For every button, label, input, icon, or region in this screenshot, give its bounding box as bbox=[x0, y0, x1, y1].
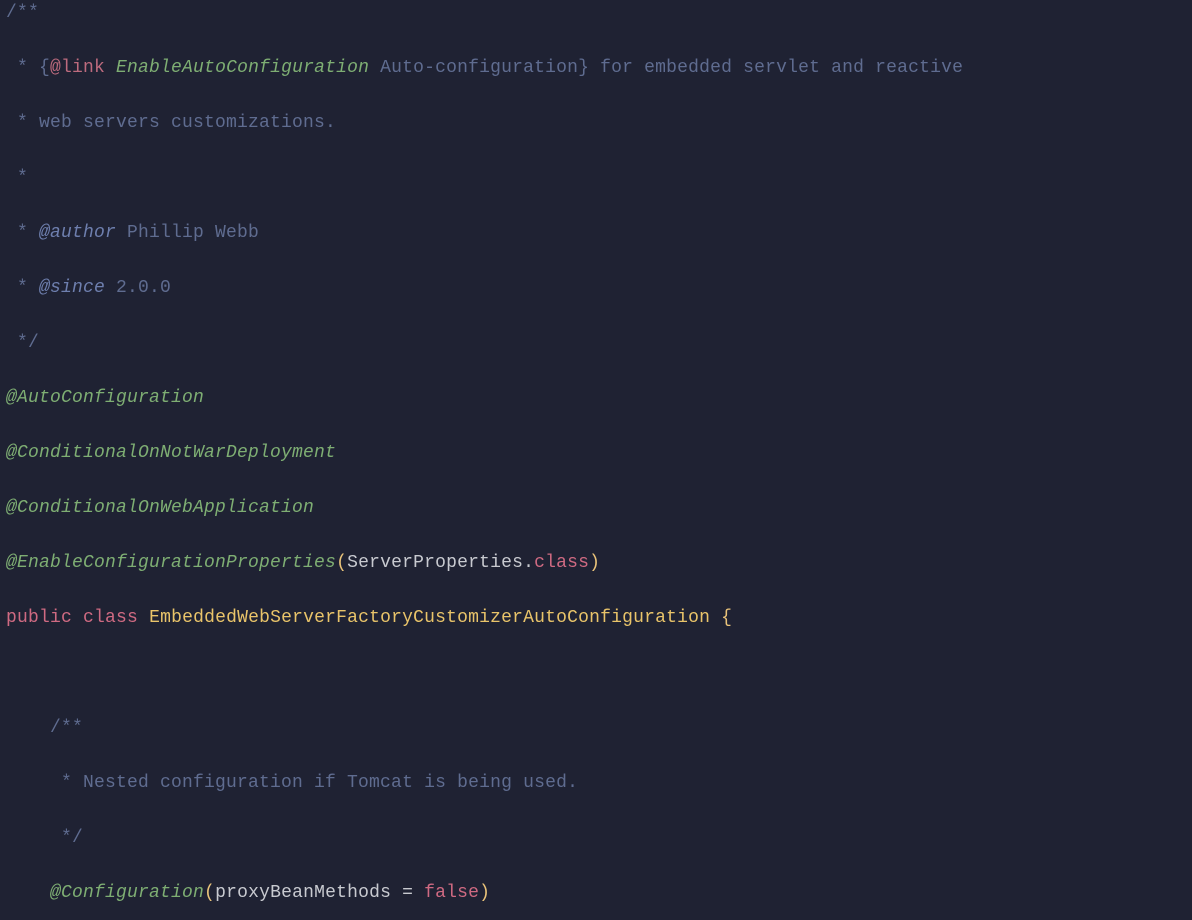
code-line: @ConditionalOnWebApplication bbox=[0, 495, 1192, 523]
comment-open: /** bbox=[6, 3, 39, 23]
code-line: * web servers customizations. bbox=[0, 110, 1192, 138]
code-line: * @author Phillip Webb bbox=[0, 220, 1192, 248]
annotation: @ConditionalOnWebApplication bbox=[6, 498, 314, 518]
code-line: @ConditionalOnNotWarDeployment bbox=[0, 440, 1192, 468]
javadoc-link-target: EnableAutoConfiguration bbox=[116, 58, 369, 78]
code-line: @Configuration(proxyBeanMethods = false) bbox=[0, 880, 1192, 908]
code-line: @EnableConfigurationProperties(ServerPro… bbox=[0, 550, 1192, 578]
javadoc-link-tag: @link bbox=[50, 58, 105, 78]
code-line: public class EmbeddedWebServerFactoryCus… bbox=[0, 605, 1192, 633]
code-line: */ bbox=[0, 825, 1192, 853]
code-line: /** bbox=[0, 0, 1192, 28]
code-line: * @since 2.0.0 bbox=[0, 275, 1192, 303]
code-line: */ bbox=[0, 330, 1192, 358]
keyword-class: class bbox=[83, 608, 138, 628]
annotation: @ConditionalOnNotWarDeployment bbox=[6, 443, 336, 463]
code-line: @AutoConfiguration bbox=[0, 385, 1192, 413]
javadoc-author-tag: @author bbox=[39, 223, 116, 243]
code-line-blank bbox=[0, 660, 1192, 688]
code-editor[interactable]: /** * {@link EnableAutoConfiguration Aut… bbox=[0, 0, 1192, 920]
annotation: @EnableConfigurationProperties bbox=[6, 553, 336, 573]
keyword-public: public bbox=[6, 608, 72, 628]
javadoc-since-tag: @since bbox=[39, 278, 105, 298]
annotation: @Configuration bbox=[50, 883, 204, 903]
code-line: * Nested configuration if Tomcat is bein… bbox=[0, 770, 1192, 798]
annotation: @AutoConfiguration bbox=[6, 388, 204, 408]
comment-close: */ bbox=[6, 333, 39, 353]
code-line: * bbox=[0, 165, 1192, 193]
code-line: /** bbox=[0, 715, 1192, 743]
code-line: * {@link EnableAutoConfiguration Auto-co… bbox=[0, 55, 1192, 83]
class-name: EmbeddedWebServerFactoryCustomizerAutoCo… bbox=[149, 608, 710, 628]
